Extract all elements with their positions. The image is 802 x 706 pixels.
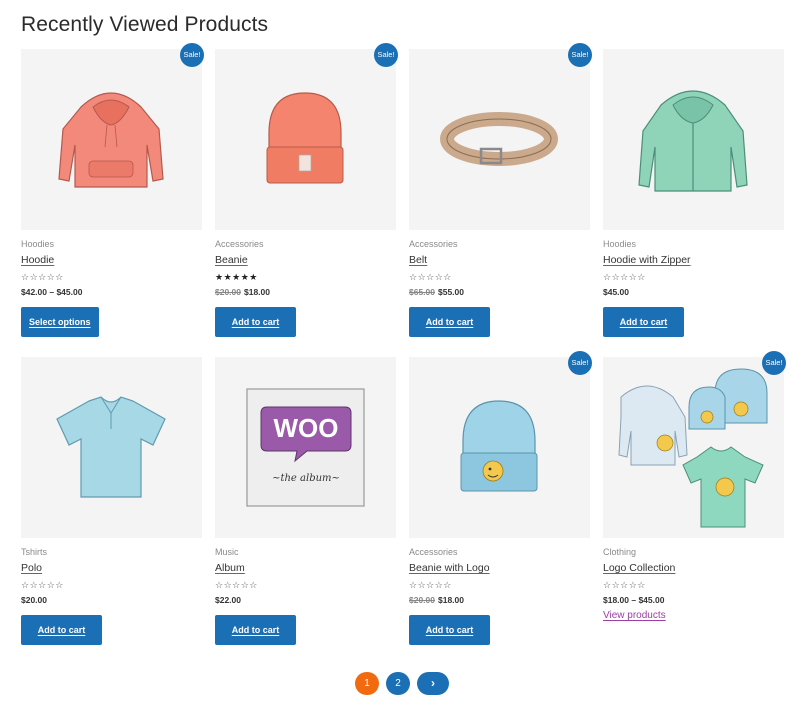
product-grid: Sale! Hoodies Hoodie ☆☆☆☆☆ $42.00 – $45.… xyxy=(21,43,786,645)
rating-stars: ☆☆☆☆☆ xyxy=(21,581,64,591)
product-name-link[interactable]: Hoodie with Zipper xyxy=(603,254,691,267)
product-category: Hoodies xyxy=(21,239,55,249)
product-price: $65.00 $55.00 xyxy=(409,287,590,298)
svg-text:WOO: WOO xyxy=(274,413,339,443)
product-image[interactable]: Sale! xyxy=(409,351,592,538)
page: Recently Viewed Products Sale! Hoodies H… xyxy=(0,0,802,706)
belt-icon xyxy=(440,112,558,166)
product-image[interactable]: Sale! xyxy=(409,43,592,230)
rating-stars: ☆☆☆☆☆ xyxy=(409,581,452,591)
add-to-cart-button[interactable]: Add to cart xyxy=(603,307,684,337)
sale-badge: Sale! xyxy=(568,43,592,67)
view-products-link[interactable]: View products xyxy=(603,610,784,621)
rating-stars: ☆☆☆☆☆ xyxy=(215,581,258,591)
blue-polo-icon xyxy=(56,396,166,498)
price-current: $45.00 xyxy=(603,287,629,297)
product-category: Accessories xyxy=(215,239,264,249)
price-old: $20.00 xyxy=(409,595,435,605)
product-category: Music xyxy=(215,547,239,557)
product-image[interactable]: Sale! xyxy=(21,43,204,230)
product-image[interactable]: WOO ~the album~ xyxy=(215,357,396,538)
product-name-link[interactable]: Album xyxy=(215,562,245,575)
price-current: $18.00 – $45.00 xyxy=(603,595,665,605)
product-price: $42.00 – $45.00 xyxy=(21,287,202,298)
product-name-link[interactable]: Hoodie xyxy=(21,254,54,267)
page-2-link[interactable]: 2 xyxy=(386,672,410,695)
add-to-cart-button[interactable]: Add to cart xyxy=(215,615,296,645)
green-zip-hoodie-icon xyxy=(638,90,748,192)
page-1-current: 1 xyxy=(355,672,379,695)
add-to-cart-button[interactable]: Add to cart xyxy=(409,615,490,645)
blue-beanie-logo-icon xyxy=(460,400,538,492)
product-name-link[interactable]: Logo Collection xyxy=(603,562,675,575)
price-current: $18.00 xyxy=(438,595,464,605)
orange-beanie-icon xyxy=(266,92,344,184)
price-current: $20.00 xyxy=(21,595,47,605)
logo-collection-icon xyxy=(618,368,768,528)
sale-badge: Sale! xyxy=(568,351,592,375)
price-old: $20.00 xyxy=(215,287,241,297)
product-price: $18.00 – $45.00 xyxy=(603,595,784,606)
product-card: Sale! Accessories Beanie ★★★★★ $20.00 $18… xyxy=(215,43,398,337)
product-card: Sale! Clothing Logo Collection ☆☆☆☆☆ $18… xyxy=(603,351,786,645)
product-category: Tshirts xyxy=(21,547,48,557)
product-name-link[interactable]: Beanie xyxy=(215,254,248,267)
product-card: Sale! Accessories Belt ☆☆☆☆☆ $65.00 $55.0… xyxy=(409,43,592,337)
price-current: $55.00 xyxy=(438,287,464,297)
product-image[interactable] xyxy=(603,49,784,230)
rating-stars: ☆☆☆☆☆ xyxy=(409,273,452,283)
product-image[interactable]: Sale! xyxy=(215,43,398,230)
page-title: Recently Viewed Products xyxy=(21,13,269,36)
product-name-link[interactable]: Polo xyxy=(21,562,42,575)
product-image[interactable]: Sale! xyxy=(603,351,786,538)
sale-badge: Sale! xyxy=(180,43,204,67)
rating-stars: ☆☆☆☆☆ xyxy=(603,581,646,591)
price-old: $65.00 xyxy=(409,287,435,297)
product-price: $45.00 xyxy=(603,287,784,298)
price-current: $22.00 xyxy=(215,595,241,605)
rating-stars: ★★★★★ xyxy=(215,273,258,283)
product-card: Tshirts Polo ☆☆☆☆☆ $20.00 Add to cart xyxy=(21,357,202,645)
product-name-link[interactable]: Belt xyxy=(409,254,427,267)
product-card: Hoodies Hoodie with Zipper ☆☆☆☆☆ $45.00 … xyxy=(603,49,784,337)
product-image[interactable] xyxy=(21,357,202,538)
pagination: 1 2 › xyxy=(355,672,449,695)
price-current: $42.00 – $45.00 xyxy=(21,287,83,297)
product-category: Clothing xyxy=(603,547,637,557)
product-card: Sale! Hoodies Hoodie ☆☆☆☆☆ $42.00 – $45.… xyxy=(21,43,204,337)
sale-badge: Sale! xyxy=(374,43,398,67)
orange-hoodie-icon xyxy=(58,92,164,188)
select-options-button[interactable]: Select options xyxy=(21,307,99,337)
woo-album-icon: WOO ~the album~ xyxy=(246,388,365,507)
add-to-cart-button[interactable]: Add to cart xyxy=(21,615,102,645)
product-price: $20.00 $18.00 xyxy=(215,287,396,298)
rating-stars: ☆☆☆☆☆ xyxy=(603,273,646,283)
add-to-cart-button[interactable]: Add to cart xyxy=(409,307,490,337)
rating-stars: ☆☆☆☆☆ xyxy=(21,273,64,283)
product-category: Hoodies xyxy=(603,239,637,249)
product-card: Sale! Accessories Beanie with Logo ☆☆☆☆☆… xyxy=(409,351,592,645)
add-to-cart-button[interactable]: Add to cart xyxy=(215,307,296,337)
sale-badge: Sale! xyxy=(762,351,786,375)
product-category: Accessories xyxy=(409,547,458,557)
product-price: $20.00 $18.00 xyxy=(409,595,590,606)
product-name-link[interactable]: Beanie with Logo xyxy=(409,562,490,575)
next-page-chevron-icon[interactable]: › xyxy=(417,672,449,695)
product-card: WOO ~the album~ Music Album ☆☆☆☆☆ $22.00… xyxy=(215,357,396,645)
product-category: Accessories xyxy=(409,239,458,249)
product-price: $22.00 xyxy=(215,595,396,606)
price-current: $18.00 xyxy=(244,287,270,297)
svg-text:~the album~: ~the album~ xyxy=(272,473,340,484)
product-price: $20.00 xyxy=(21,595,202,606)
